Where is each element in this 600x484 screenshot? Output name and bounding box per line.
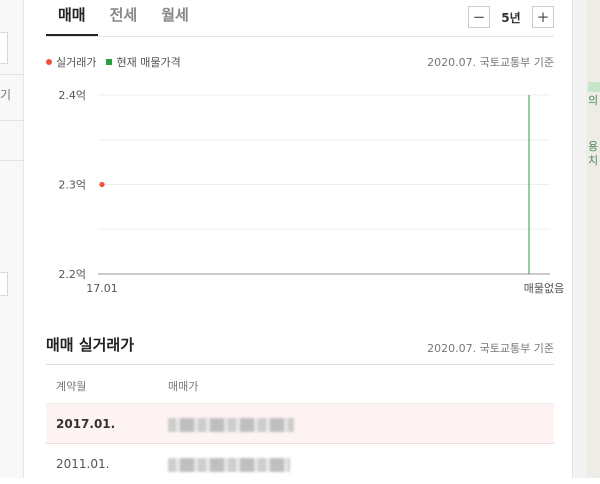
y-tick-label: 2.4억 — [58, 89, 86, 102]
legend-actual-marker — [46, 59, 52, 65]
left-edge-label: 기 — [0, 88, 12, 102]
x-tick-label: 매물없음 — [524, 282, 564, 295]
map-edge[interactable]: 의 용 치 — [586, 0, 600, 478]
price-chart: 2.4억 2.3억 2.2억17.01 매물없음 — [58, 89, 564, 295]
table-row[interactable]: 2011.01. — [46, 444, 554, 484]
chart-legend: 실거래가 현재 매물가격 — [46, 54, 181, 70]
deal-type-tabs: 매매 전세 월세 — [46, 0, 201, 38]
transactions-source: 2020.07. 국토교통부 기준 — [427, 342, 554, 355]
legend-listing-marker — [106, 59, 113, 65]
y-tick-label: 2.3억 — [58, 179, 86, 192]
left-sidebar-edge: 기 — [0, 0, 24, 478]
period-decrease-button[interactable]: − — [468, 6, 490, 28]
table-row[interactable]: 2017.01. — [46, 404, 554, 444]
period-label: 5년 — [501, 10, 521, 25]
map-park-patch — [588, 82, 600, 92]
panel-scrollbar[interactable] — [572, 0, 586, 478]
transactions-title: 매매 실거래가 — [46, 336, 135, 354]
period-stepper: − 5년 + — [468, 6, 554, 28]
header-contract-month: 계약월 — [56, 380, 87, 393]
row-date: 2011.01. — [56, 457, 110, 471]
left-divider — [0, 160, 24, 161]
tab-underline — [46, 36, 554, 37]
left-input-edge[interactable] — [0, 272, 8, 296]
tab-monthly-rent[interactable]: 월세 — [149, 0, 201, 36]
blurred-price — [168, 458, 290, 472]
map-label: 의 — [588, 94, 599, 107]
map-label: 용 — [588, 140, 599, 153]
tab-sale[interactable]: 매매 — [46, 0, 98, 36]
data-point-actual — [99, 181, 105, 188]
period-increase-button[interactable]: + — [532, 6, 554, 28]
left-input-edge[interactable] — [0, 32, 8, 64]
blurred-price — [168, 418, 294, 432]
x-tick-label: 17.01 — [86, 282, 118, 295]
left-divider — [0, 120, 24, 121]
row-date: 2017.01. — [56, 417, 116, 431]
transactions-header: 계약월 매매가 — [46, 364, 554, 404]
y-tick-label: 2.2억 — [58, 268, 86, 281]
legend-listing-label: 현재 매물가격 — [116, 56, 181, 69]
tab-jeonse[interactable]: 전세 — [98, 0, 150, 36]
map-label: 치 — [588, 154, 599, 167]
legend-actual-label: 실거래가 — [56, 56, 97, 69]
header-price: 매매가 — [168, 380, 199, 393]
price-panel: 매매 전세 월세 − 5년 + 실거래가 현재 매물가격 2020.07. 국토… — [24, 0, 572, 478]
chart-source: 2020.07. 국토교통부 기준 — [427, 56, 554, 69]
left-divider — [0, 74, 24, 75]
